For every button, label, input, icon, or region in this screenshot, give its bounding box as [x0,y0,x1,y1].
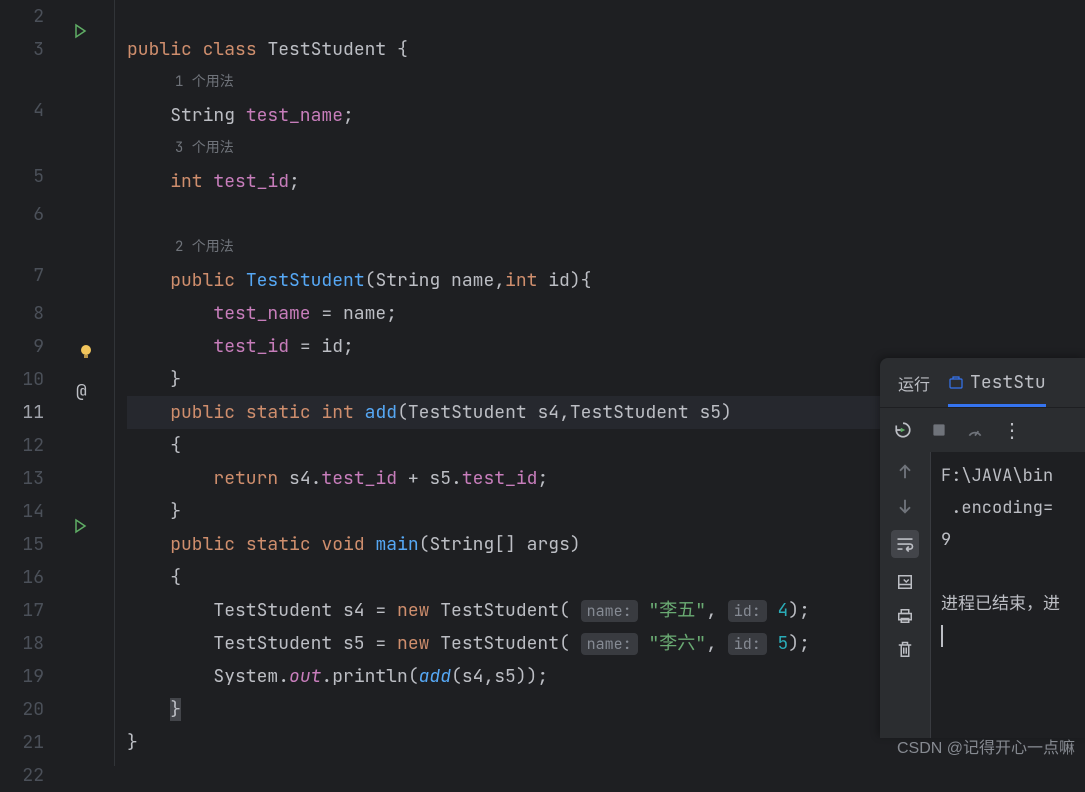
console-output[interactable]: F:\JAVA\bin .encoding= 9 进程已结束，进 [930,452,1085,738]
line-number: 3 [0,33,44,66]
line-number: 7 [0,231,44,297]
line-number-active: 11 [0,396,44,429]
line-number: 18 [0,627,44,660]
more-icon[interactable]: ⋮ [1002,417,1022,443]
usage-hint[interactable]: 2 个用法 [127,231,1085,264]
line-number: 17 [0,594,44,627]
lightbulb-icon[interactable] [78,343,94,359]
line-number-gutter: 2 3 4 5 6 7 8 9 10 11 12 13 14 15 16 17 … [0,0,58,766]
run-tab-label: 运行 [898,371,930,395]
usage-hint[interactable]: 3 个用法 [127,132,1085,165]
run-toolbar: ⋮ [880,408,1085,452]
soft-wrap-icon[interactable] [891,530,919,558]
inlay-hint: id: [728,600,767,622]
line-number: 10 [0,363,44,396]
line-number: 21 [0,726,44,759]
gutter-icon-area: @ [58,0,114,766]
line-number: 15 [0,528,44,561]
stop-icon[interactable] [930,421,948,439]
config-icon [948,375,964,391]
run-gutter-icon[interactable] [72,517,88,533]
run-panel-tabs: 运行 TestStu [880,358,1085,408]
rerun-icon[interactable] [894,421,912,439]
run-side-toolbar [880,452,930,738]
trash-icon[interactable] [895,640,915,660]
run-tab-active[interactable]: TestStu [948,358,1046,407]
usage-hint[interactable]: 1 个用法 [127,66,1085,99]
line-number: 12 [0,429,44,462]
inlay-hint: id: [728,633,767,655]
watermark: CSDN @记得开心一点嘛 [897,734,1075,758]
print-icon[interactable] [895,606,915,626]
arrow-down-icon[interactable] [895,496,915,516]
line-number: 20 [0,693,44,726]
line-number: 8 [0,297,44,330]
line-number: 5 [0,132,44,198]
at-gutter-icon[interactable]: @ [76,380,87,403]
line-number: 14 [0,495,44,528]
arrow-up-icon[interactable] [895,462,915,482]
line-number: 13 [0,462,44,495]
line-number: 9 [0,330,44,363]
line-number: 22 [0,759,44,792]
inlay-hint: name: [581,633,638,655]
dashboard-icon[interactable] [966,421,984,439]
line-number: 2 [0,0,44,33]
line-number: 4 [0,66,44,132]
line-number: 19 [0,660,44,693]
inlay-hint: name: [581,600,638,622]
scroll-to-end-icon[interactable] [895,572,915,592]
run-tool-window: 运行 TestStu ⋮ F:\JAVA\bin .encoding= 9 进程… [880,358,1085,738]
line-number: 6 [0,198,44,231]
line-number: 16 [0,561,44,594]
run-gutter-icon[interactable] [72,22,88,38]
